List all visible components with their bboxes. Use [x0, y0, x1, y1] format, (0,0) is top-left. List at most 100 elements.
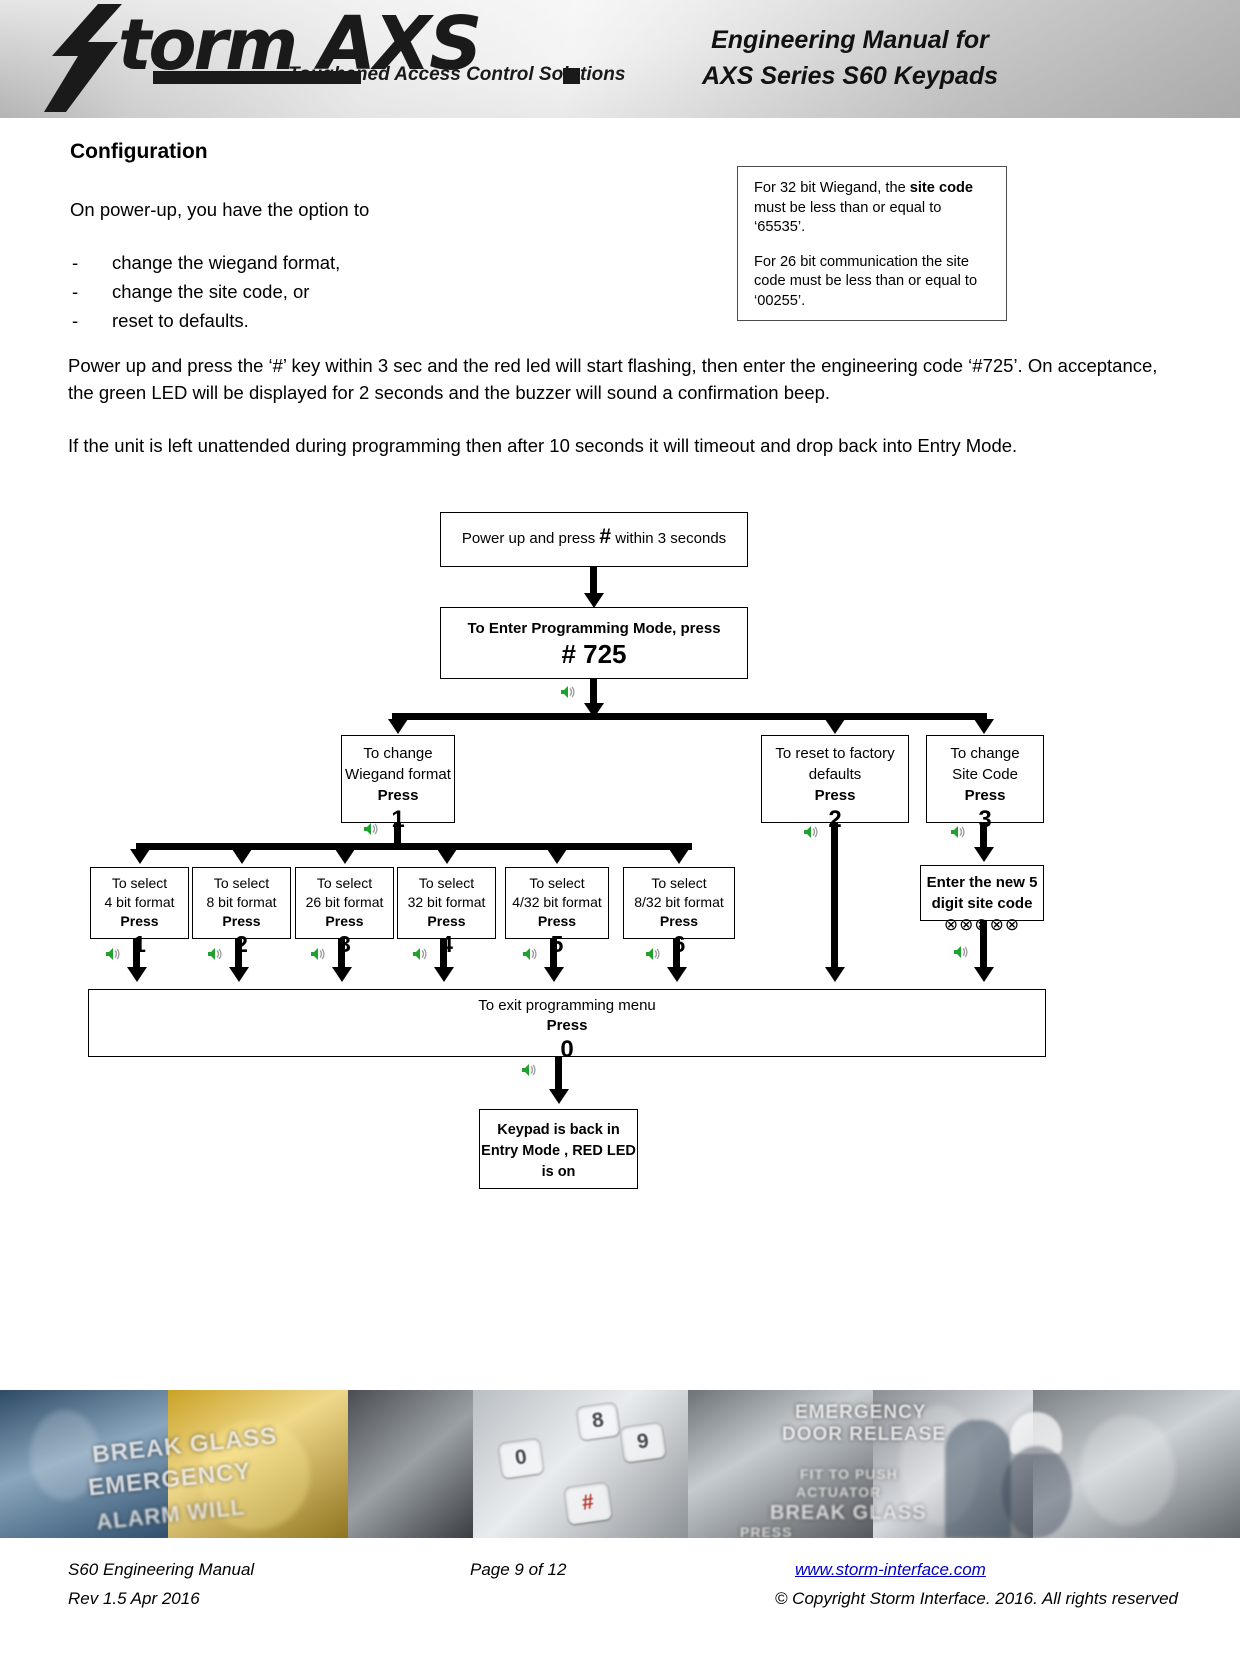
connector-site-to-newcode	[980, 823, 987, 849]
connector-exit-to-entrymode	[555, 1057, 562, 1093]
wiegand-line2: Wiegand format	[345, 766, 451, 783]
arrow-fmt2-to-exit	[229, 967, 249, 982]
speaker-beep-icon	[950, 825, 967, 839]
flow-box-select-8-32bit-format: To select 8/32 bit format Press 6	[623, 867, 735, 957]
fmt3-line1: To select	[316, 875, 373, 891]
entrymode-line3: is on	[541, 1164, 576, 1180]
banner-label: BREAK GLASS	[770, 1502, 927, 1524]
speaker-beep-icon	[560, 685, 577, 699]
speaker-beep-icon	[412, 947, 429, 961]
speaker-beep-icon	[310, 947, 327, 961]
fmt5-press-label: Press	[537, 913, 577, 929]
bullet-dash: -	[72, 281, 79, 302]
note-p1-part1: For 32 bit Wiegand, the	[754, 180, 910, 196]
list-item: - reset to defaults.	[72, 306, 340, 335]
arrow-site-to-newcode	[974, 847, 994, 862]
speaker-beep-icon	[803, 825, 820, 839]
bullet-text: change the wiegand format,	[112, 252, 341, 273]
fmt1-press-label: Press	[120, 913, 159, 929]
footer-manual-name: S60 Engineering Manual	[68, 1560, 255, 1579]
logo-square-mark	[563, 68, 580, 84]
exit-press-label: Press	[546, 1017, 588, 1034]
banner-label: PRESS	[740, 1524, 793, 1538]
fmt2-press-label: Press	[222, 913, 261, 929]
arrow-fmt6-to-exit	[667, 967, 687, 982]
flow-box-exit-programming-menu: To exit programming menu Press 0	[88, 989, 1046, 1063]
speaker-beep-icon	[953, 945, 970, 959]
arrow-to-format-4	[437, 849, 457, 864]
intro-paragraph: On power-up, you have the option to	[70, 199, 370, 220]
site-code-note-box: For 32 bit Wiegand, the site code must b…	[737, 166, 1007, 321]
fmt4-line2: 32 bit format	[407, 894, 486, 910]
photo-worker-silhouette	[945, 1420, 1011, 1538]
arrow-fmt4-to-exit	[434, 967, 454, 982]
exit-line1: To exit programming menu	[478, 997, 656, 1014]
speaker-beep-icon	[645, 947, 662, 961]
reset-line1: To reset to factory	[775, 745, 895, 762]
entrymode-line1: Keypad is back in	[497, 1122, 620, 1138]
arrow-reset-to-exit	[825, 967, 845, 982]
note-paragraph-1: For 32 bit Wiegand, the site code must b…	[754, 179, 992, 238]
arrow-fmt3-to-exit	[332, 967, 352, 982]
manual-title: Engineering Manual for AXS Series S60 Ke…	[640, 22, 1060, 94]
fmt6-press-label: Press	[659, 913, 699, 929]
fmt3-line2: 26 bit format	[305, 894, 384, 910]
flow-box-reset-to-factory-defaults: To reset to factory defaults Press 2	[761, 735, 909, 833]
flow-box-keypad-entry-mode: Keypad is back in Entry Mode , RED LED i…	[479, 1109, 638, 1189]
arrow-to-format-1	[130, 849, 150, 864]
speaker-beep-icon	[207, 947, 224, 961]
banner-label: ACTUATOR	[796, 1484, 882, 1500]
speaker-beep-icon	[522, 947, 539, 961]
fmt3-press-label: Press	[325, 913, 364, 929]
fmt5-line1: To select	[529, 875, 585, 891]
flow-box-select-26bit-format: To select 26 bit format Press 3	[295, 867, 394, 957]
connector-wiegand-to-bus2	[394, 823, 401, 845]
bullet-dash: -	[72, 310, 79, 331]
flow-box-select-4-32bit-format: To select 4/32 bit format Press 5	[505, 867, 609, 957]
footer-revision: Rev 1.5 Apr 2016	[68, 1589, 200, 1608]
arrow-to-format-5	[547, 849, 567, 864]
keypad-key: 9	[619, 1421, 667, 1463]
flow-enter-line1: To Enter Programming Mode, press	[467, 620, 721, 637]
page-footer: S60 Engineering Manual Rev 1.5 Apr 2016 …	[0, 1560, 1240, 1640]
banner-label: EMERGENCY	[795, 1402, 927, 1423]
keypad-key: #	[563, 1481, 613, 1525]
photo-worker-silhouette	[1002, 1446, 1072, 1538]
footer-website-link[interactable]: www.storm-interface.com	[795, 1560, 986, 1580]
reset-line2: defaults	[808, 766, 862, 783]
entrymode-line2: Entry Mode , RED LED	[481, 1143, 636, 1159]
fmt4-line1: To select	[418, 875, 475, 891]
flow-box-change-site-code: To change Site Code Press 3	[926, 735, 1044, 833]
flow-box-enter-new-site-code: Enter the new 5 digit site code ⊗⊗⊗⊗⊗	[920, 865, 1044, 934]
fmt4-press-label: Press	[427, 913, 466, 929]
flow-box-select-8bit-format: To select 8 bit format Press 2	[192, 867, 291, 957]
connector-newcode-to-exit	[980, 921, 987, 971]
arrow-to-format-2	[232, 849, 252, 864]
photo-blur-blob	[1080, 1415, 1175, 1525]
flow-enter-code: # 725	[561, 639, 627, 669]
fmt2-line1: To select	[213, 875, 270, 891]
speaker-beep-icon	[363, 822, 380, 836]
arrow-to-reset-box	[825, 719, 845, 734]
storm-axs-logo: torm AXS Toughened Access Control Soluti…	[26, 2, 625, 114]
bus-level2	[136, 843, 692, 850]
footer-copyright: © Copyright Storm Interface. 2016. All r…	[774, 1589, 1178, 1608]
arrow-powerup-to-enter	[584, 593, 604, 608]
programming-flowchart: Power up and press # within 3 seconds To…	[0, 495, 1240, 1215]
list-item: - change the wiegand format,	[72, 248, 340, 277]
flow-box-select-32bit-format: To select 32 bit format Press 4	[397, 867, 496, 957]
arrow-fmt1-to-exit	[127, 967, 147, 982]
fmt1-line2: 4 bit format	[104, 894, 175, 910]
hash-key-glyph: #	[599, 525, 612, 548]
list-item: - change the site code, or	[72, 277, 340, 306]
bullet-text: reset to defaults.	[112, 310, 249, 331]
flow-box-change-wiegand-format: To change Wiegand format Press 1	[341, 735, 455, 833]
fmt6-line1: To select	[651, 875, 707, 891]
connector-reset-to-exit	[831, 823, 838, 971]
banner-label: FIT TO PUSH	[800, 1466, 898, 1482]
newcode-line2: digit site code	[931, 895, 1033, 912]
arrow-to-format-3	[335, 849, 355, 864]
flow-box-select-4bit-format: To select 4 bit format Press 1	[90, 867, 189, 957]
site-line1: To change	[950, 745, 1020, 762]
note-p1-part2: must be less than or equal to ‘65535’.	[754, 199, 942, 236]
